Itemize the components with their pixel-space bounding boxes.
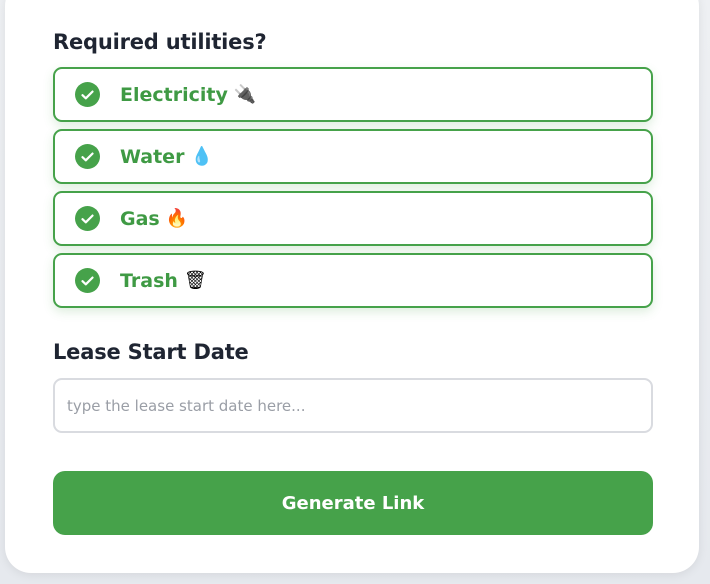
utility-label: Water	[120, 145, 185, 168]
lease-start-date-title: Lease Start Date	[53, 340, 249, 364]
wastebasket-icon: 🗑	[183, 269, 207, 291]
page: Required utilities? Electricity 🔌 Water …	[0, 0, 710, 584]
check-circle-icon	[75, 206, 100, 231]
fire-icon: 🔥	[165, 207, 189, 229]
utilities-options: Electricity 🔌 Water 💧 Gas 🔥 Trash 🗑	[53, 67, 653, 315]
check-circle-icon	[75, 82, 100, 107]
check-circle-icon	[75, 268, 100, 293]
droplet-icon: 💧	[190, 145, 213, 167]
utility-label: Trash	[120, 269, 178, 292]
utility-label: Electricity	[120, 83, 228, 106]
utility-label: Gas	[120, 207, 160, 230]
utility-option-gas[interactable]: Gas 🔥	[53, 191, 653, 246]
lease-start-date-input[interactable]	[55, 380, 627, 431]
utility-option-water[interactable]: Water 💧	[53, 129, 653, 184]
lease-start-date-field	[53, 378, 653, 433]
utilities-title: Required utilities?	[53, 30, 267, 54]
utility-option-trash[interactable]: Trash 🗑	[53, 253, 653, 308]
plug-icon: 🔌	[233, 83, 257, 105]
generate-link-button[interactable]: Generate Link	[53, 471, 653, 535]
check-circle-icon	[75, 144, 100, 169]
utility-option-electricity[interactable]: Electricity 🔌	[53, 67, 653, 122]
